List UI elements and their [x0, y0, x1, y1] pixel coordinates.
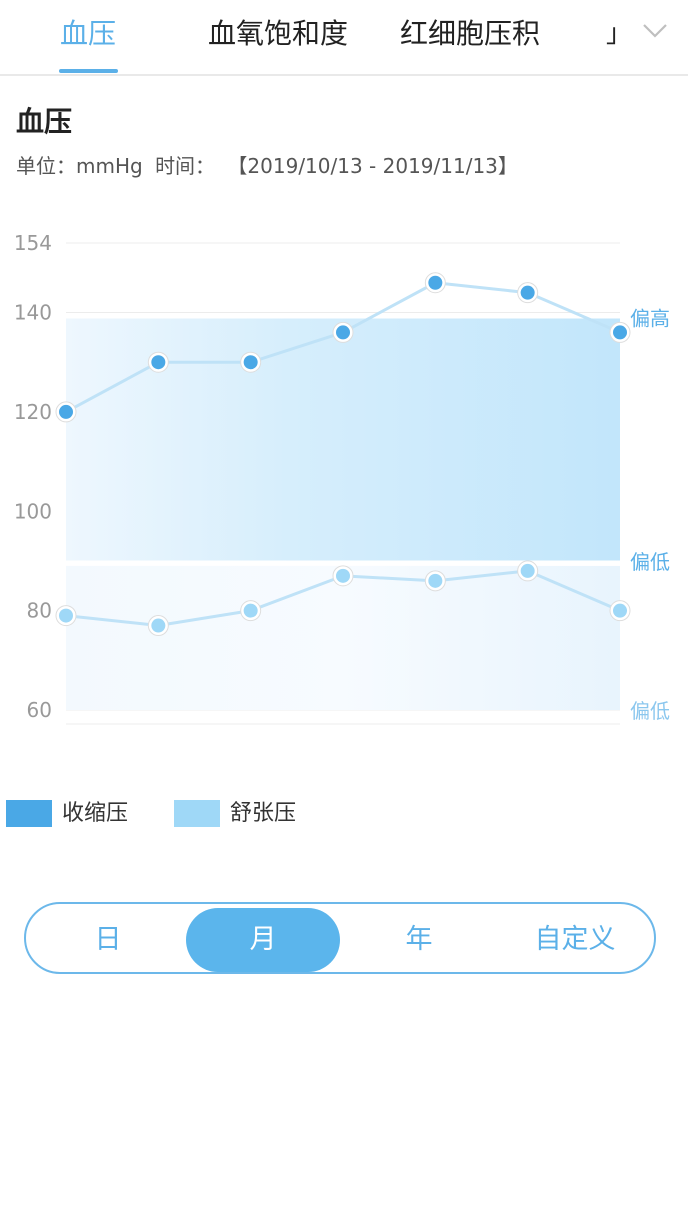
point-dot: [336, 568, 350, 583]
active-tab-indicator: [59, 69, 118, 73]
chevron-down-icon[interactable]: [640, 16, 670, 46]
period-day-button[interactable]: 日: [31, 908, 185, 972]
y-tick-label: 60: [27, 698, 52, 722]
tab-blood-oxygen[interactable]: 血氧饱和度: [208, 14, 348, 54]
period-year-button[interactable]: 年: [342, 908, 496, 972]
data-point-systolic: [332, 321, 354, 343]
legend-swatch-systolic: [6, 800, 52, 827]
data-point-diastolic: [332, 565, 354, 587]
point-dot: [336, 325, 350, 340]
point-dot: [59, 608, 73, 623]
period-custom-button[interactable]: 自定义: [498, 908, 652, 972]
band-label-high: 偏高: [630, 307, 670, 331]
y-tick-label: 140: [14, 301, 52, 325]
period-month-button[interactable]: 月: [186, 908, 340, 972]
tab-blood-pressure[interactable]: 血压: [60, 14, 116, 54]
data-point-diastolic: [55, 605, 77, 627]
legend-swatch-diastolic: [174, 800, 220, 827]
legend-label-diastolic: 舒张压: [230, 801, 297, 826]
period-selector: 日 月 年 自定义: [24, 902, 656, 974]
y-axis-ticks: 154 140 120 100 80 60: [14, 231, 52, 722]
data-point-systolic: [609, 321, 631, 343]
data-point-diastolic: [147, 615, 169, 637]
point-dot: [520, 563, 535, 578]
time-label: 时间：: [155, 154, 216, 178]
tab-overflow[interactable]: 」: [606, 16, 632, 52]
reference-bands: [66, 316, 620, 710]
unit-label: 单位：mmHg: [16, 154, 143, 178]
point-dot: [243, 603, 258, 618]
data-point-systolic: [240, 351, 262, 373]
data-point-systolic: [55, 401, 77, 423]
data-point-diastolic: [424, 570, 446, 592]
point-dot: [428, 275, 443, 290]
point-dot: [520, 285, 535, 300]
y-tick-label: 154: [14, 231, 52, 255]
point-dot: [613, 325, 627, 340]
blood-pressure-chart: 1541401201008060 偏高偏低偏低: [14, 231, 670, 725]
point-dot: [428, 573, 443, 588]
tab-bar: 血压 血氧饱和度 红细胞压积 」: [0, 0, 688, 76]
high-range-band: [66, 317, 620, 561]
data-point-systolic: [424, 272, 446, 294]
point-dot: [151, 618, 166, 633]
data-point-diastolic: [240, 600, 262, 622]
legend-label-systolic: 收缩压: [62, 801, 129, 826]
y-tick-label: 80: [27, 599, 52, 623]
point-dot: [243, 355, 258, 370]
band-label-low: 偏低: [630, 550, 670, 574]
data-point-diastolic: [517, 560, 539, 582]
tab-hematocrit[interactable]: 红细胞压积: [400, 14, 540, 54]
chart-meta: 单位：mmHg 时间： 【2019/10/13 - 2019/11/13】: [16, 150, 524, 179]
point-dot: [151, 355, 166, 370]
low-range-band: [66, 565, 620, 710]
page-title: 血压: [16, 105, 73, 138]
data-point-systolic: [517, 282, 539, 304]
point-dot: [59, 404, 73, 419]
y-tick-label: 100: [14, 499, 52, 523]
data-point-diastolic: [609, 600, 631, 622]
band-labels: 偏高偏低偏低: [630, 307, 670, 723]
data-point-systolic: [147, 351, 169, 373]
time-range: 【2019/10/13 - 2019/11/13】: [227, 154, 518, 178]
band-label-low-bottom: 偏低: [630, 699, 670, 723]
y-tick-label: 120: [14, 400, 52, 424]
point-dot: [613, 603, 627, 618]
